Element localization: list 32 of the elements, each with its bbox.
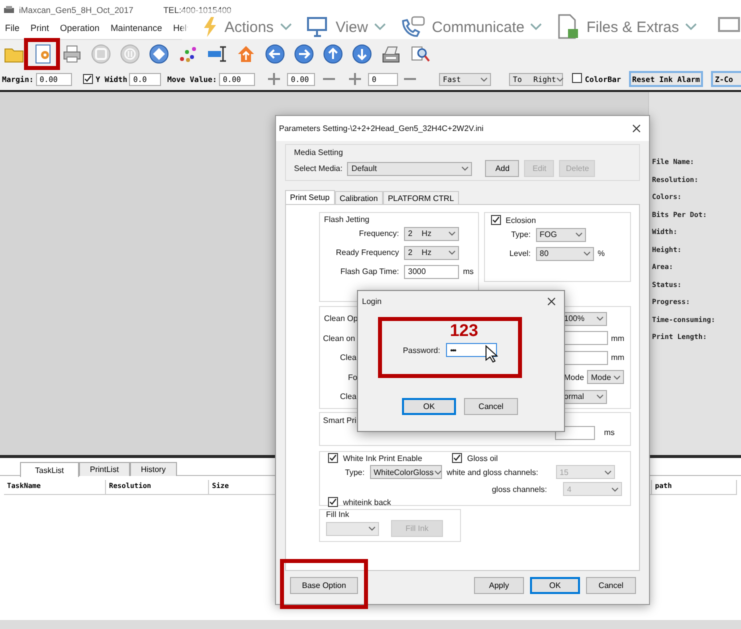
field-label: Ready Frequency <box>334 248 399 257</box>
annotation-text: 123 <box>450 321 478 341</box>
unit-label: mm <box>611 334 624 343</box>
app-title: iMaxcan_Gen5_8H_Oct_2017 <box>19 5 134 15</box>
checkbox-label: whiteink back <box>343 498 392 506</box>
phone-number: TEL:400-1015400 <box>163 5 232 15</box>
group-label: Flash Jetting <box>324 215 370 224</box>
field-label: Fo <box>347 372 358 382</box>
unit-label: % <box>598 249 605 258</box>
unit-label: mm <box>611 353 624 362</box>
group-label: Fill Ink <box>326 510 350 519</box>
field-label: Flash Gap Time: <box>339 267 399 276</box>
field-label: Type: <box>345 468 365 476</box>
field-label: Level: <box>508 249 531 258</box>
dialog-title: Parameters Setting-\2+2+2Head_Gen5_32H4C+2W2V.ini <box>279 124 484 133</box>
field-label: Frequency: <box>358 229 399 238</box>
field-label: white and gloss channels: <box>446 468 540 476</box>
field-label: Type: <box>510 230 531 239</box>
group-label: Smart Pri <box>323 416 356 427</box>
checkbox-label: Gloss oil <box>467 454 498 462</box>
checkbox-label: White Ink Print Enable <box>343 454 422 462</box>
unit-label: ms <box>604 428 615 437</box>
field-label: Password: <box>402 346 440 354</box>
field-label: Clea <box>339 353 356 362</box>
field-label: gloss channels: <box>492 484 547 494</box>
checkbox-label: Eclosion <box>506 216 536 224</box>
field-label: Clean on <box>323 334 356 343</box>
unit-label: ms <box>463 267 474 276</box>
dialog-title: Login <box>362 296 382 306</box>
field-label: Clea <box>339 392 356 402</box>
group-label: Media Setting <box>294 148 343 157</box>
field-label: Select Media: <box>294 164 342 173</box>
